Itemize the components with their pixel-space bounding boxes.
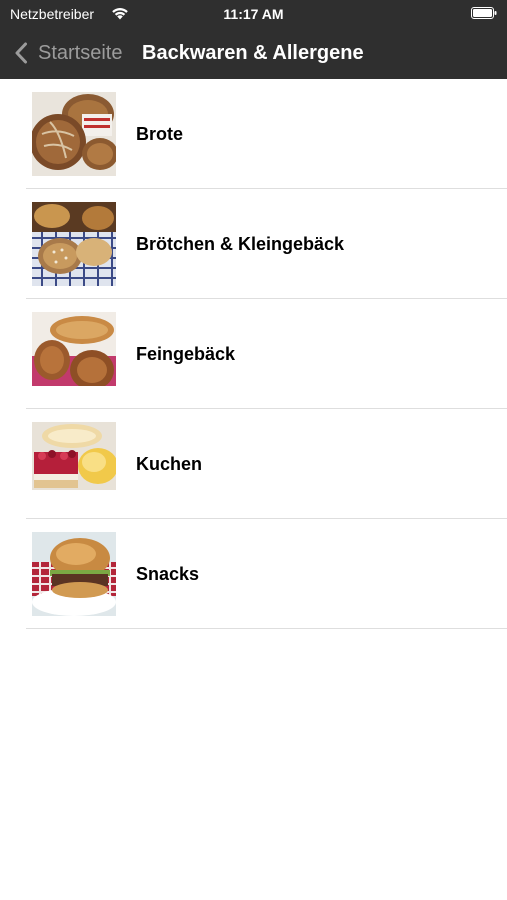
back-button-label: Startseite xyxy=(38,41,123,64)
back-button[interactable]: Startseite xyxy=(14,39,122,67)
list-item-feingebaeck[interactable]: Feingebäck xyxy=(0,299,507,409)
category-list: Brote Brötchen & Kleingebäck Feingebäck … xyxy=(0,79,507,629)
list-item-label: Brote xyxy=(136,124,184,144)
list-item-label: Snacks xyxy=(136,564,200,584)
rolls-image xyxy=(32,202,116,286)
burger-snack-image xyxy=(32,532,116,616)
nav-bar: Startseite Backwaren & Allergene xyxy=(0,28,507,79)
cakes-image xyxy=(32,422,116,506)
list-item-broetchen[interactable]: Brötchen & Kleingebäck xyxy=(0,189,507,299)
battery-icon xyxy=(471,7,497,19)
list-item-label: Feingebäck xyxy=(136,344,236,364)
list-item-label: Brötchen & Kleingebäck xyxy=(136,234,345,254)
clock: 11:17 AM xyxy=(223,6,284,22)
pastries-image xyxy=(32,312,116,396)
navigation-header: Netzbetreiber 11:17 AM Startseite Backwa… xyxy=(0,0,507,79)
bread-loaves-image xyxy=(32,92,116,176)
page-title: Backwaren & Allergene xyxy=(142,42,364,64)
list-item-label: Kuchen xyxy=(136,454,203,474)
list-item-snacks[interactable]: Snacks xyxy=(0,519,507,629)
list-item-kuchen[interactable]: Kuchen xyxy=(0,409,507,519)
list-item-brote[interactable]: Brote xyxy=(0,79,507,189)
chevron-left-icon xyxy=(15,42,27,64)
status-bar: Netzbetreiber 11:17 AM xyxy=(0,0,507,28)
